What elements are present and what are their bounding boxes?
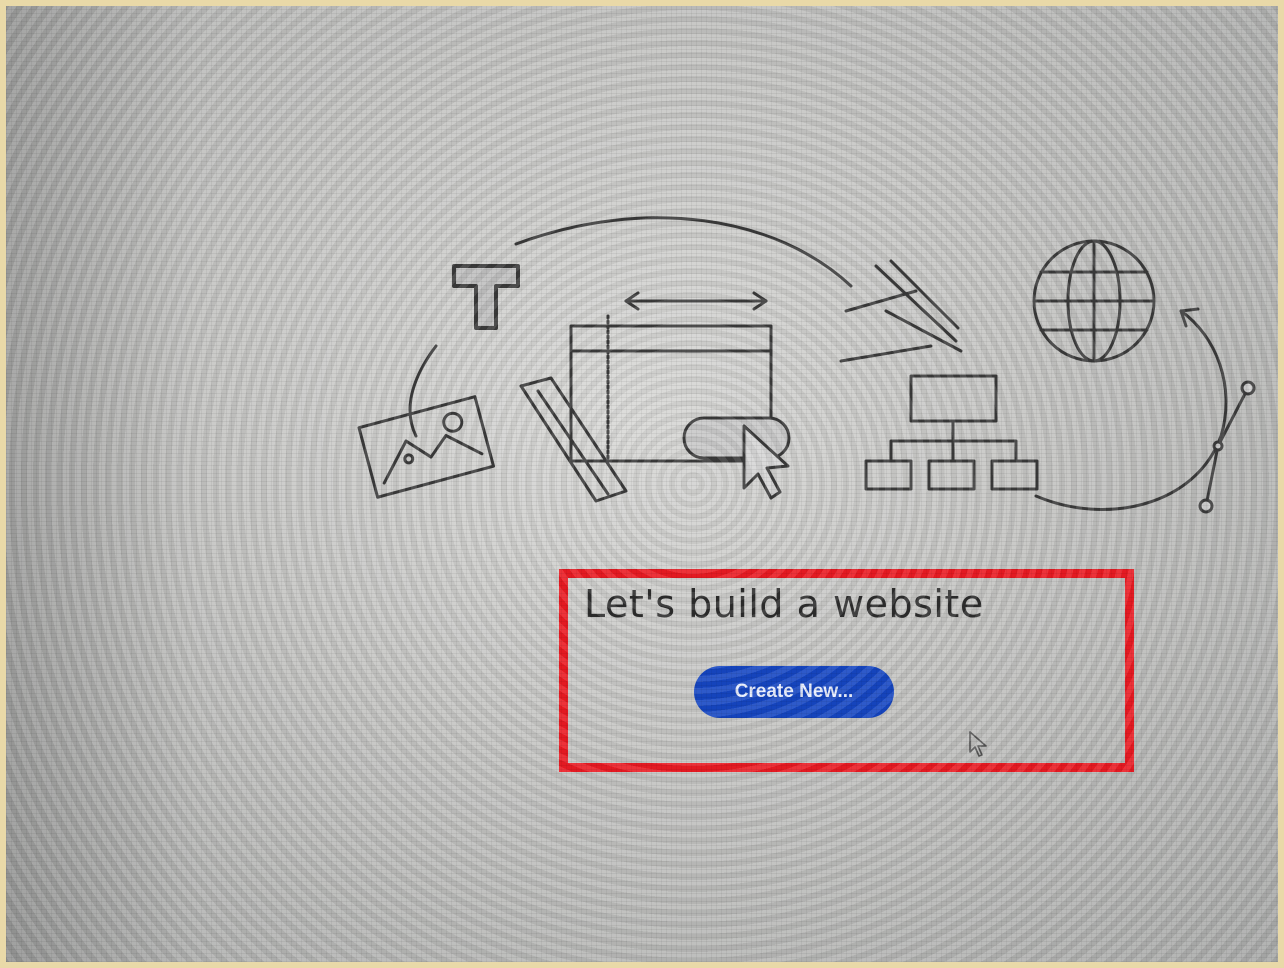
website-illustration — [346, 206, 1266, 536]
top-arc — [514, 216, 853, 288]
image-icon — [357, 395, 496, 499]
screen-shadow — [6, 6, 196, 962]
pen-tool-icon — [519, 376, 628, 503]
sitemap-icon — [864, 374, 1039, 491]
welcome-headline: Let's build a website — [584, 582, 984, 626]
text-tool-icon — [452, 264, 520, 330]
left-arc — [408, 344, 438, 438]
create-new-button[interactable]: Create New... — [694, 666, 894, 718]
screen-photo: Let's build a website Create New... — [6, 6, 1278, 962]
bezier-curve-icon — [1034, 307, 1256, 514]
globe-icon — [1032, 239, 1156, 363]
gesture-lines-icon — [839, 259, 963, 363]
button-cursor-icon — [682, 416, 791, 500]
mouse-cursor-icon — [969, 731, 987, 757]
